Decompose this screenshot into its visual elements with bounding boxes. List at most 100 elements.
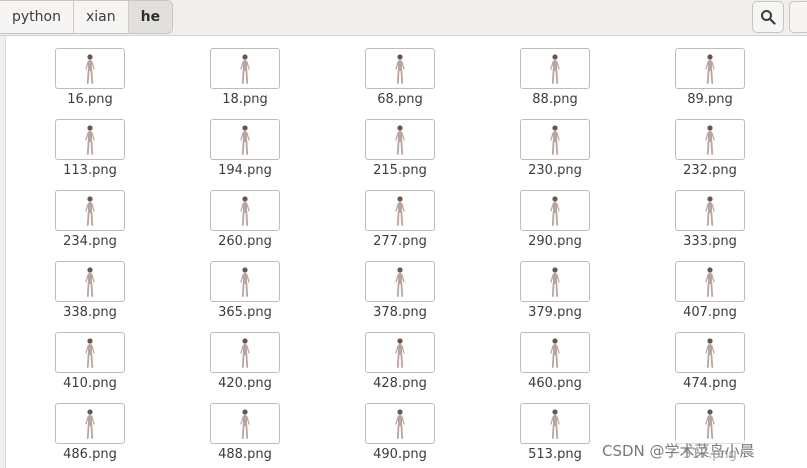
file-item[interactable]: 490.png: [345, 391, 455, 462]
watermark: CSDN @学术菜鸟小晨: [600, 440, 757, 461]
figure-thumbnail-icon: [85, 124, 95, 155]
figure-thumbnail-icon: [550, 53, 560, 84]
breadcrumb-item-2[interactable]: he: [128, 1, 173, 33]
header-bar: python xian he: [0, 0, 807, 36]
file-item[interactable]: 378.png: [345, 249, 455, 320]
file-thumbnail: [520, 119, 590, 160]
file-name-label: 378.png: [373, 305, 427, 320]
figure-thumbnail-icon: [550, 124, 560, 155]
file-name-label: 16.png: [67, 92, 113, 107]
file-item[interactable]: 407.png: [655, 249, 765, 320]
file-thumbnail: [55, 119, 125, 160]
file-thumbnail: [520, 190, 590, 231]
figure-thumbnail-icon: [395, 124, 405, 155]
file-item[interactable]: 18.png: [190, 36, 300, 107]
file-item[interactable]: 89.png: [655, 36, 765, 107]
breadcrumb-item-0[interactable]: python: [0, 1, 74, 33]
file-name-label: 260.png: [218, 234, 272, 249]
file-thumbnail: [675, 261, 745, 302]
file-item[interactable]: 474.png: [655, 320, 765, 391]
file-name-label: 365.png: [218, 305, 272, 320]
file-name-label: 428.png: [373, 376, 427, 391]
file-name-label: 474.png: [683, 376, 737, 391]
file-thumbnail: [210, 332, 280, 373]
file-item[interactable]: 338.png: [35, 249, 145, 320]
file-name-label: 68.png: [377, 92, 423, 107]
figure-thumbnail-icon: [395, 53, 405, 84]
file-name-label: 460.png: [528, 376, 582, 391]
file-name-label: 490.png: [373, 447, 427, 462]
file-item[interactable]: 460.png: [500, 320, 610, 391]
figure-thumbnail-icon: [240, 266, 250, 297]
file-item[interactable]: 16.png: [35, 36, 145, 107]
figure-thumbnail-icon: [395, 195, 405, 226]
file-item[interactable]: 513.png: [500, 391, 610, 462]
figure-thumbnail-icon: [705, 266, 715, 297]
figure-thumbnail-icon: [705, 337, 715, 368]
file-item[interactable]: 113.png: [35, 107, 145, 178]
file-item[interactable]: 290.png: [500, 178, 610, 249]
figure-thumbnail-icon: [240, 195, 250, 226]
figure-thumbnail-icon: [85, 337, 95, 368]
file-thumbnail: [365, 48, 435, 89]
file-name-label: 338.png: [63, 305, 117, 320]
file-thumbnail: [365, 261, 435, 302]
file-item[interactable]: 232.png: [655, 107, 765, 178]
file-item[interactable]: 488.png: [190, 391, 300, 462]
file-thumbnail: [365, 403, 435, 444]
file-item[interactable]: 215.png: [345, 107, 455, 178]
file-item[interactable]: 194.png: [190, 107, 300, 178]
figure-thumbnail-icon: [395, 266, 405, 297]
file-thumbnail: [520, 48, 590, 89]
figure-thumbnail-icon: [85, 266, 95, 297]
search-button[interactable]: [752, 1, 784, 33]
file-thumbnail: [520, 403, 590, 444]
file-item[interactable]: 277.png: [345, 178, 455, 249]
overflow-menu-button[interactable]: [789, 1, 807, 33]
file-thumbnail: [675, 190, 745, 231]
figure-thumbnail-icon: [85, 195, 95, 226]
file-item[interactable]: 486.png: [35, 391, 145, 462]
figure-thumbnail-icon: [85, 408, 95, 439]
file-thumbnail: [675, 48, 745, 89]
file-thumbnail: [520, 332, 590, 373]
file-item[interactable]: 420.png: [190, 320, 300, 391]
figure-thumbnail-icon: [395, 337, 405, 368]
breadcrumb-item-1[interactable]: xian: [74, 1, 129, 33]
file-thumbnail: [55, 332, 125, 373]
file-name-label: 290.png: [528, 234, 582, 249]
file-thumbnail: [365, 119, 435, 160]
file-name-label: 410.png: [63, 376, 117, 391]
file-item[interactable]: 410.png: [35, 320, 145, 391]
file-item[interactable]: 379.png: [500, 249, 610, 320]
file-thumbnail: [210, 119, 280, 160]
figure-thumbnail-icon: [705, 195, 715, 226]
file-name-label: 232.png: [683, 163, 737, 178]
figure-thumbnail-icon: [240, 408, 250, 439]
file-name-label: 379.png: [528, 305, 582, 320]
file-item[interactable]: 88.png: [500, 36, 610, 107]
file-item[interactable]: 68.png: [345, 36, 455, 107]
file-thumbnail: [55, 261, 125, 302]
figure-thumbnail-icon: [550, 408, 560, 439]
breadcrumb: python xian he: [0, 0, 174, 34]
file-thumbnail: [675, 403, 745, 444]
file-name-label: 18.png: [222, 92, 268, 107]
figure-thumbnail-icon: [395, 408, 405, 439]
file-thumbnail: [365, 190, 435, 231]
file-thumbnail: [210, 261, 280, 302]
file-item[interactable]: 230.png: [500, 107, 610, 178]
file-item[interactable]: 333.png: [655, 178, 765, 249]
file-item[interactable]: 234.png: [35, 178, 145, 249]
figure-thumbnail-icon: [240, 337, 250, 368]
file-item[interactable]: 260.png: [190, 178, 300, 249]
figure-thumbnail-icon: [240, 124, 250, 155]
file-thumbnail: [675, 119, 745, 160]
figure-thumbnail-icon: [705, 53, 715, 84]
file-item[interactable]: 428.png: [345, 320, 455, 391]
figure-thumbnail-icon: [85, 53, 95, 84]
file-item[interactable]: 365.png: [190, 249, 300, 320]
file-name-label: 230.png: [528, 163, 582, 178]
file-name-label: 277.png: [373, 234, 427, 249]
figure-thumbnail-icon: [550, 337, 560, 368]
